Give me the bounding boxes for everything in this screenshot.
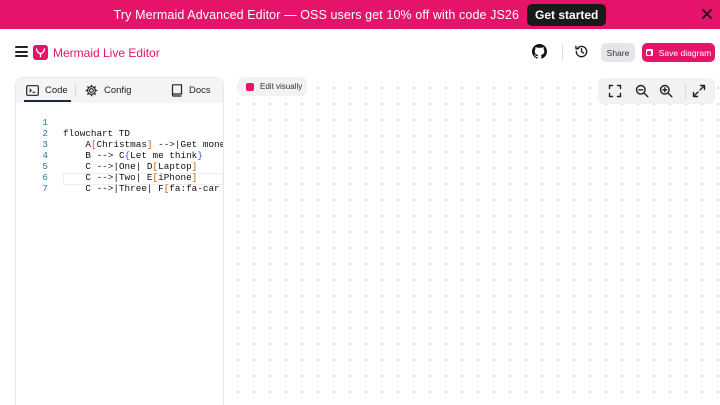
save-diagram-button[interactable]: Save diagram — [642, 43, 715, 62]
tab-docs[interactable]: Docs — [171, 78, 211, 103]
fullscreen-icon[interactable] — [608, 84, 622, 98]
tab-docs-label: Docs — [189, 85, 211, 96]
close-icon[interactable] — [700, 7, 714, 21]
promo-banner: Try Mermaid Advanced Editor — OSS users … — [0, 0, 720, 29]
diagram-canvas[interactable] — [224, 76, 720, 405]
tab-config[interactable]: Config — [85, 78, 131, 103]
tab-divider — [75, 84, 76, 97]
editor-tabs: Code Config Docs — [16, 78, 223, 103]
app-title[interactable]: Mermaid Live Editor — [53, 46, 160, 60]
gear-icon — [85, 84, 98, 97]
mermaid-logo-icon — [645, 49, 653, 56]
get-started-button[interactable]: Get started — [527, 3, 607, 26]
code-line: 4 C -->|One| D[Laptop] — [16, 139, 223, 172]
code-editor[interactable]: 1 flowchart TD 2 A[Christmas] -->|Get mo… — [16, 104, 223, 404]
edit-visually-button[interactable]: Edit visually — [238, 77, 307, 96]
mermaid-logo — [33, 45, 48, 60]
code-line: 6 C -->|Three| F[fa:fa-car Car — [16, 161, 223, 194]
share-button[interactable]: Share — [601, 43, 635, 62]
header-divider — [562, 44, 563, 61]
banner-text: Try Mermaid Advanced Editor — OSS users … — [113, 7, 520, 22]
history-icon[interactable] — [574, 44, 589, 59]
expand-icon[interactable] — [692, 84, 706, 98]
save-diagram-label: Save diagram — [658, 47, 712, 58]
menu-icon[interactable] — [15, 46, 28, 57]
code-line: 7 — [16, 172, 223, 194]
zoom-out-icon[interactable] — [635, 84, 649, 98]
app-header: Mermaid Live Editor Share Save diagram — [0, 29, 720, 76]
editor-panel: Code Config Docs 1 flowchart TD 2 A[Chri… — [15, 77, 224, 405]
toolbar-divider — [685, 83, 686, 99]
line-number: 7 — [42, 183, 48, 194]
tab-config-label: Config — [104, 85, 132, 96]
github-icon[interactable] — [532, 44, 547, 59]
tab-code-label: Code — [45, 85, 68, 96]
zoom-in-icon[interactable] — [659, 84, 673, 98]
edit-visually-label: Edit visually — [260, 82, 303, 91]
active-tab-indicator — [24, 100, 71, 102]
code-icon — [26, 85, 39, 96]
code-line: 3 B --> C{Let me think} — [16, 128, 223, 161]
line-content: C -->|Three| F[fa:fa-car Car — [85, 183, 220, 194]
code-line: 1 flowchart TD — [16, 106, 223, 139]
code-line: 2 A[Christmas] -->|Get money| — [16, 117, 223, 150]
canvas-toolbar — [598, 78, 715, 104]
book-icon — [171, 84, 183, 97]
code-line: 5 C -->|Two| E[iPhone] — [16, 150, 223, 183]
mermaid-logo-icon — [246, 82, 254, 91]
